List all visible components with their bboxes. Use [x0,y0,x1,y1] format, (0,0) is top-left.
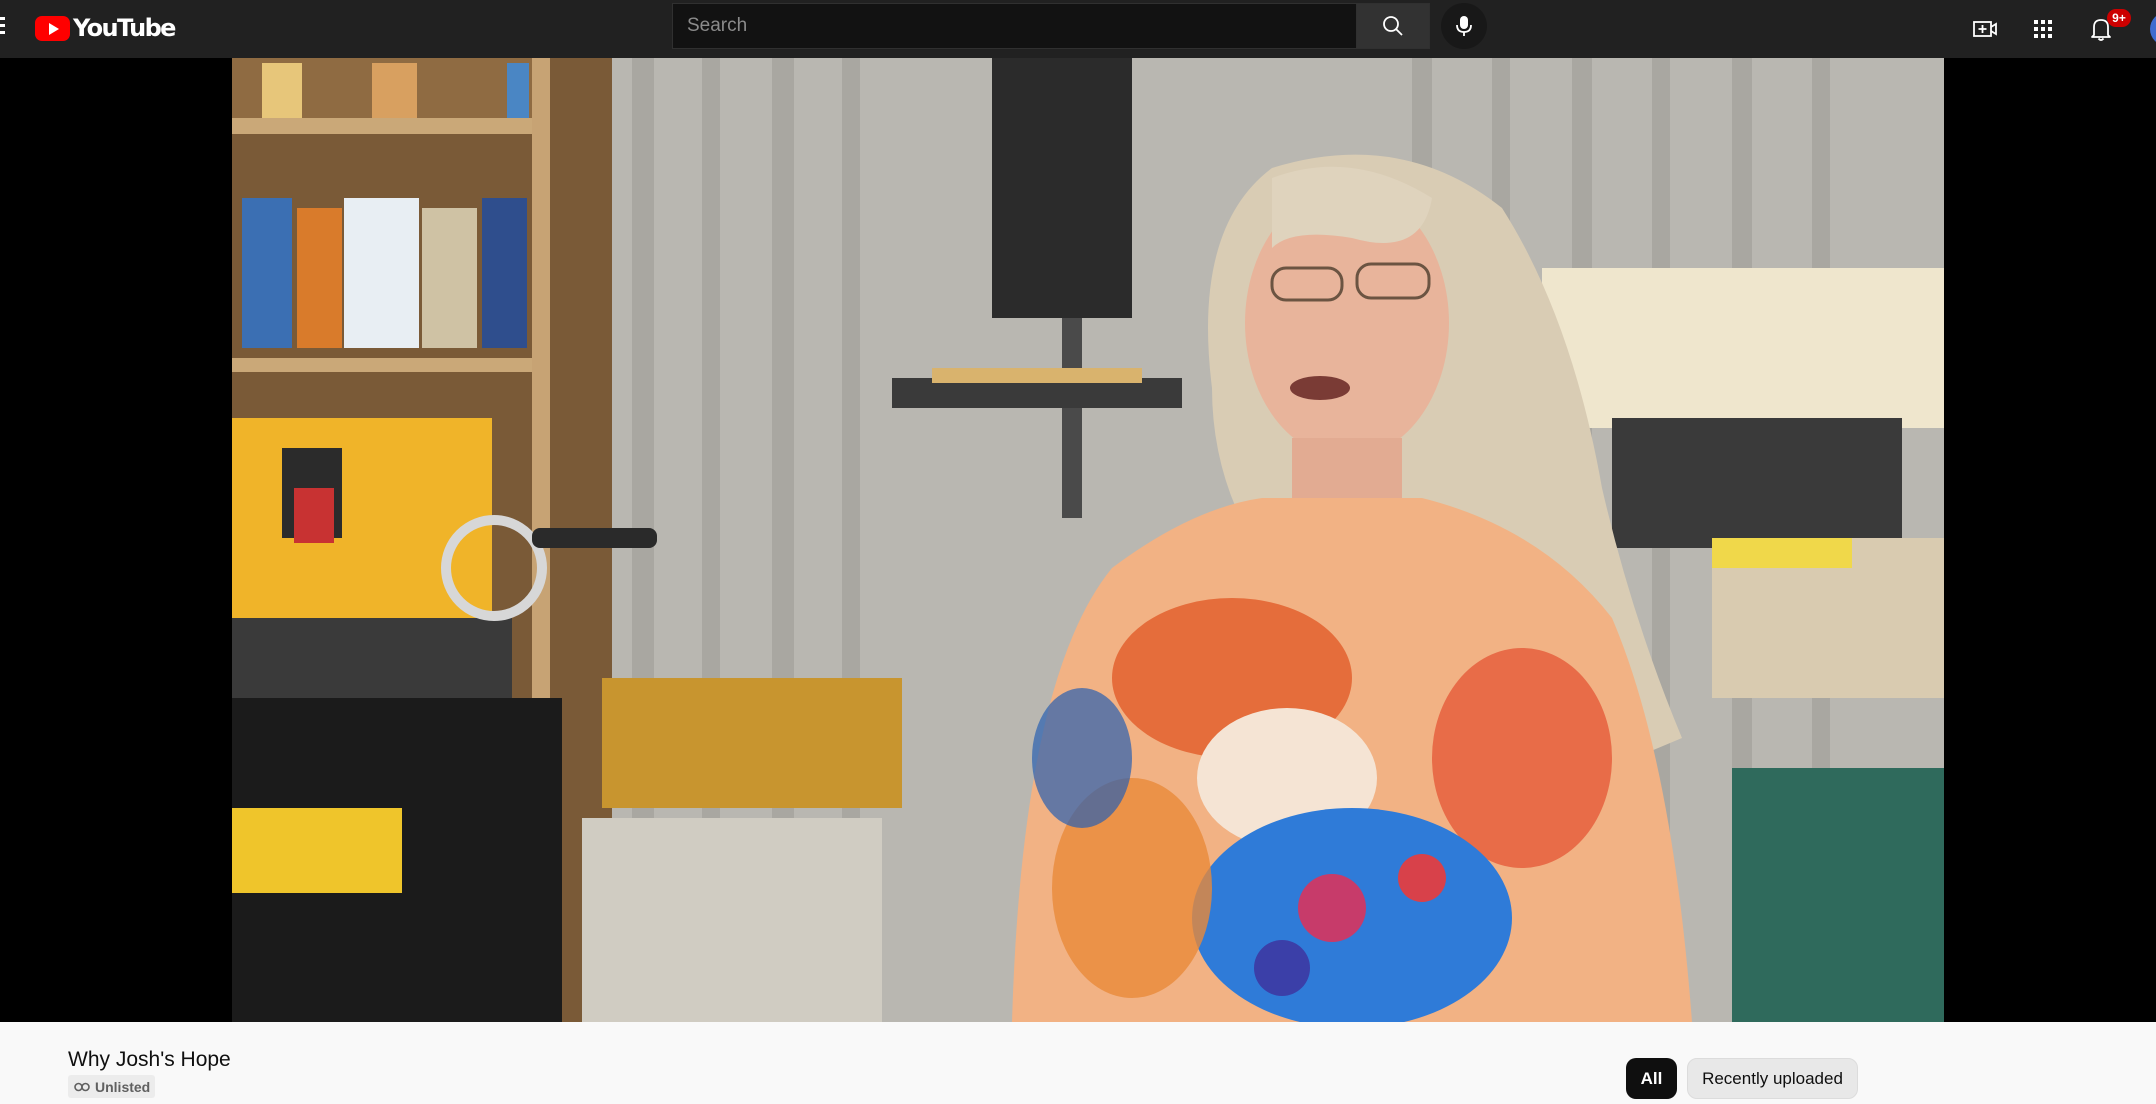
top-bar: YouTube Search 9+ [0,0,2156,58]
video-still-image [232,58,1944,1022]
video-info-bar: Why Josh's Hope Unlisted All Recently up… [0,1022,2156,1104]
search-input[interactable] [673,4,1356,48]
chip-recently-uploaded[interactable]: Recently uploaded [1687,1058,1858,1099]
avatar[interactable] [2150,12,2156,46]
voice-search-button[interactable] [1441,3,1487,49]
notification-count-badge: 9+ [2107,9,2131,27]
create-video-icon [1973,21,1997,37]
search-box [672,3,1356,49]
logo-text: YouTube [73,14,176,42]
search-icon [1383,16,1403,36]
video-player[interactable] [0,58,2156,1022]
apps-button[interactable] [2026,12,2060,46]
search-button[interactable] [1356,3,1430,49]
link-icon [74,1082,90,1092]
youtube-play-logo-icon [35,15,70,41]
youtube-logo[interactable]: YouTube [35,13,176,43]
video-frame [232,58,1944,1022]
unlisted-badge: Unlisted [68,1075,156,1098]
hamburger-menu-icon[interactable] [0,17,6,39]
create-button[interactable] [1968,12,2002,46]
unlisted-label: Unlisted [95,1078,151,1095]
microphone-icon [1456,16,1472,36]
apps-grid-icon [2034,20,2052,38]
video-title: Why Josh's Hope [68,1048,231,1071]
chip-all[interactable]: All [1626,1058,1677,1099]
